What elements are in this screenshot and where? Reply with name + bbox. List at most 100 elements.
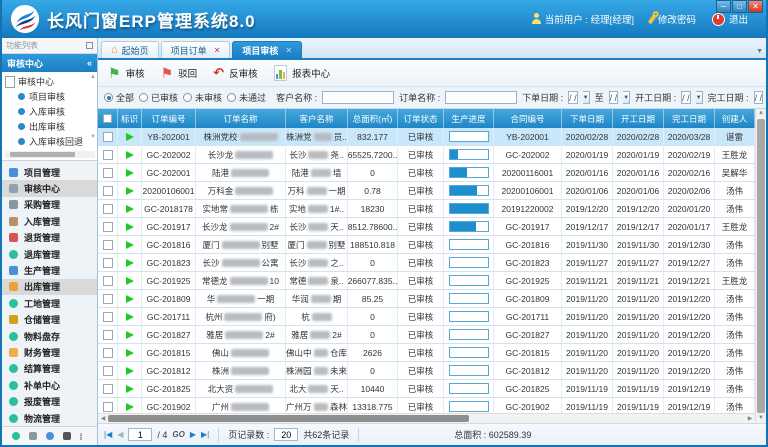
table-row[interactable]: GC-201925常德龙10常德泉..266077.835..已审核GC-201…: [98, 272, 755, 290]
row-checkbox[interactable]: [103, 294, 113, 304]
row-checkbox[interactable]: [103, 132, 113, 142]
hscroll-thumb[interactable]: [108, 415, 469, 422]
select-all-checkbox[interactable]: [103, 114, 112, 123]
tree-root-node[interactable]: 审核中心: [5, 74, 95, 89]
module-dot-icon[interactable]: [12, 432, 20, 440]
table-row[interactable]: GC-202002长沙龙长沙尧..65525.7200..已审核GC-20200…: [98, 146, 755, 164]
pin-icon[interactable]: [86, 42, 93, 49]
prev-page-button[interactable]: ◀: [117, 430, 123, 439]
column-header-3[interactable]: 订单名称: [196, 109, 286, 128]
row-checkbox[interactable]: [103, 222, 113, 232]
tab-close-icon[interactable]: ✕: [214, 46, 221, 55]
cart-icon[interactable]: [29, 432, 37, 440]
order-date-to-input[interactable]: / /: [609, 91, 619, 104]
row-checkbox[interactable]: [103, 384, 113, 394]
flag-green-button[interactable]: ⚑审核: [108, 66, 145, 80]
column-header-12[interactable]: 创建人: [715, 109, 755, 128]
vscroll-down-icon[interactable]: ▼: [758, 414, 764, 423]
tree-item-2[interactable]: 出库审核: [5, 119, 95, 134]
customer-name-input[interactable]: [322, 91, 394, 104]
first-page-button[interactable]: |◀: [104, 430, 112, 439]
hscroll-left-icon[interactable]: ◀: [98, 415, 108, 422]
report-chart-button[interactable]: 报表中心: [274, 65, 331, 81]
more-icon[interactable]: ⁞: [80, 432, 88, 440]
row-checkbox[interactable]: [103, 348, 113, 358]
sidebar-module-6[interactable]: 生产管理: [2, 262, 97, 278]
page-number-input[interactable]: [128, 428, 152, 441]
tree-item-0[interactable]: 项目审核: [5, 89, 95, 104]
order-date-to-dropdown-icon[interactable]: ▼: [623, 91, 630, 104]
column-header-1[interactable]: 标识: [118, 109, 142, 128]
row-checkbox[interactable]: [103, 240, 113, 250]
table-row[interactable]: GC-201827雅居2#雅居2#0已审核GC-2018272019/11/20…: [98, 326, 755, 344]
grid-vertical-scrollbar[interactable]: ▲ ▼: [755, 109, 766, 423]
table-row[interactable]: YB-202001株洲党校株洲党员..832.177已审核YB-20200120…: [98, 128, 755, 146]
column-header-2[interactable]: 订单编号: [142, 109, 196, 128]
last-page-button[interactable]: ▶|: [201, 430, 209, 439]
sidebar-module-9[interactable]: 仓储管理: [2, 312, 97, 328]
tab-项目订单[interactable]: 项目订单✕: [161, 41, 231, 58]
sidebar-module-0[interactable]: 项目管理: [2, 164, 97, 180]
column-header-5[interactable]: 总面积(㎡): [348, 109, 398, 128]
leaf-icon[interactable]: [46, 432, 54, 440]
logout-button[interactable]: 退出: [712, 12, 748, 26]
column-header-10[interactable]: 开工日期: [613, 109, 664, 128]
sidebar-module-1[interactable]: 审核中心: [2, 180, 97, 196]
finish-date-input[interactable]: / /: [754, 91, 764, 104]
tree-horizontal-scrollbar[interactable]: [5, 151, 95, 158]
tree-item-3[interactable]: 入库审核回退: [5, 134, 95, 149]
change-password-button[interactable]: 修改密码: [650, 12, 696, 26]
grid-horizontal-scrollbar[interactable]: ◀ ▶: [98, 413, 755, 423]
next-page-button[interactable]: ▶: [190, 430, 196, 439]
table-row[interactable]: GC-201809华一期华润期85.25已审核GC-2018092019/11/…: [98, 290, 755, 308]
collapse-icon[interactable]: «: [87, 58, 92, 68]
table-row[interactable]: 20200106001万科金万科一期0.78已审核202001060012020…: [98, 182, 755, 200]
order-name-input[interactable]: [445, 91, 517, 104]
tab-overflow-icon[interactable]: ▼: [756, 48, 763, 55]
table-row[interactable]: GC-202001陆港陆港墙0已审核202001160012020/01/162…: [98, 164, 755, 182]
row-checkbox[interactable]: [103, 186, 113, 196]
tab-起始页[interactable]: ⌂起始页: [101, 41, 159, 58]
hscroll-right-icon[interactable]: ▶: [745, 415, 755, 422]
order-date-from-dropdown-icon[interactable]: ▼: [583, 91, 590, 104]
table-row[interactable]: GC-201825北大资北大天..10440已审核GC-2018252019/1…: [98, 380, 755, 398]
table-row[interactable]: GC-201816厦门别墅厦门别墅188510.818已审核GC-2018162…: [98, 236, 755, 254]
filter-radio-未审核[interactable]: 未审核: [183, 91, 222, 104]
table-row[interactable]: GC-201711杭州府)杭0已审核GC-2017112019/11/20201…: [98, 308, 755, 326]
column-header-9[interactable]: 下单日期: [562, 109, 613, 128]
sidebar-module-3[interactable]: 入库管理: [2, 213, 97, 229]
tab-项目审核[interactable]: 项目审核✕: [232, 41, 302, 58]
flag-red-button[interactable]: ⚑驳回: [161, 66, 198, 80]
row-checkbox[interactable]: [103, 366, 113, 376]
table-row[interactable]: GC-201902广州广州万森林13318.775已审核GC-201902201…: [98, 398, 755, 413]
sidebar-module-2[interactable]: 采购管理: [2, 197, 97, 213]
maximize-button[interactable]: □: [732, 0, 747, 13]
table-row[interactable]: GC-2018178实地常栋实地1#..18230已审核201912200022…: [98, 200, 755, 218]
sidebar-module-13[interactable]: 补单中心: [2, 377, 97, 393]
row-checkbox[interactable]: [103, 168, 113, 178]
row-checkbox[interactable]: [103, 402, 113, 412]
row-checkbox[interactable]: [103, 204, 113, 214]
table-row[interactable]: GC-201812株洲株洲园未来0已审核GC-2018122019/11/202…: [98, 362, 755, 380]
column-header-7[interactable]: 生产进度: [444, 109, 494, 128]
tree-scroll-down-icon[interactable]: ▼: [90, 134, 96, 141]
go-button[interactable]: GO: [172, 430, 184, 439]
tree-scroll-up-icon[interactable]: ▲: [90, 74, 96, 81]
table-row[interactable]: GC-201823长沙公寓长沙之..0已审核GC-2018232019/11/2…: [98, 254, 755, 272]
sidebar-module-4[interactable]: 退货管理: [2, 230, 97, 246]
minimize-button[interactable]: ─: [716, 0, 731, 13]
start-date-dropdown-icon[interactable]: ▼: [696, 91, 703, 104]
column-header-11[interactable]: 完工日期: [664, 109, 715, 128]
sidebar-module-8[interactable]: 工地管理: [2, 295, 97, 311]
sidebar-module-12[interactable]: 结算管理: [2, 361, 97, 377]
sidebar-module-15[interactable]: 物流管理: [2, 410, 97, 426]
column-header-0[interactable]: [98, 109, 118, 128]
sidebar-module-5[interactable]: 退库管理: [2, 246, 97, 262]
column-header-8[interactable]: 合同编号: [494, 109, 562, 128]
filter-radio-全部[interactable]: 全部: [104, 91, 134, 104]
page-size-input[interactable]: [274, 428, 298, 441]
row-checkbox[interactable]: [103, 150, 113, 160]
vscroll-thumb[interactable]: [757, 119, 765, 413]
filter-radio-已审核[interactable]: 已审核: [139, 91, 178, 104]
table-row[interactable]: GC-201815佛山佛山中仓库2626已审核GC-2018152019/11/…: [98, 344, 755, 362]
